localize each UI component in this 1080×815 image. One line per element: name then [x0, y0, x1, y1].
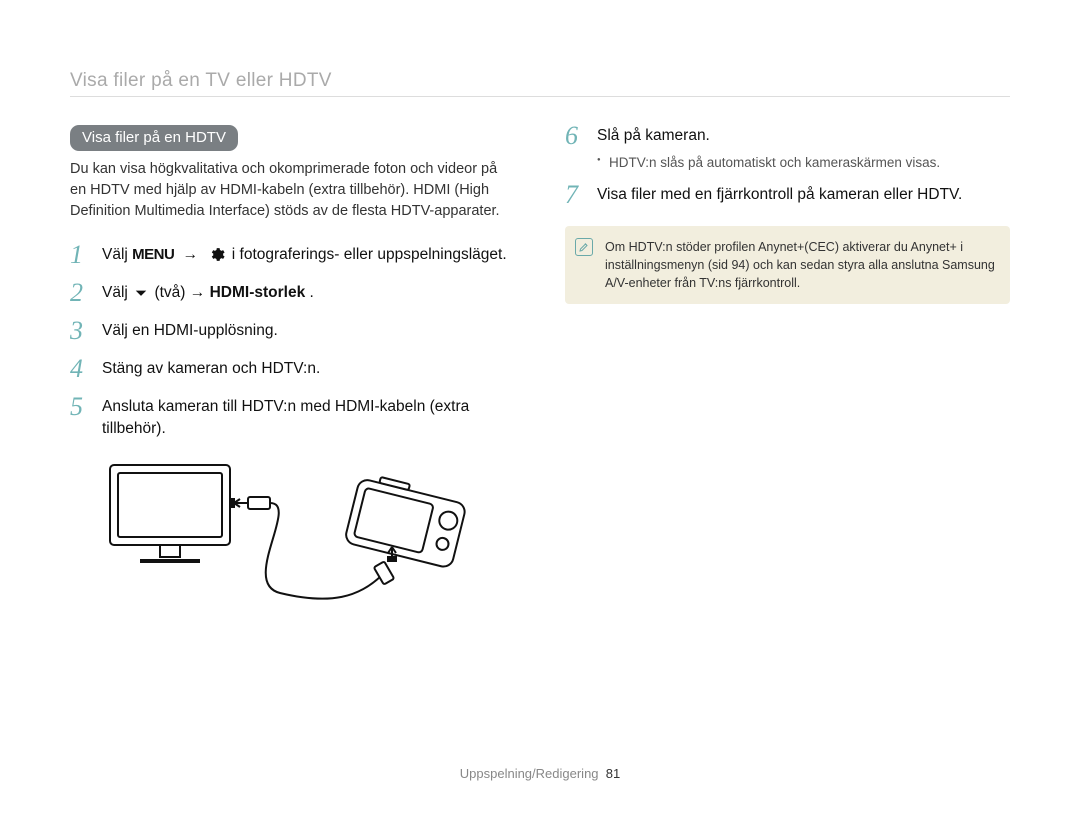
step-1: 1 Välj MENU → i fotograferings- eller up…: [70, 244, 515, 268]
steps-list-left: 1 Välj MENU → i fotograferings- eller up…: [70, 244, 515, 439]
page-footer: Uppspelning/Redigering 81: [0, 766, 1080, 781]
chevron-down-icon: [134, 286, 148, 300]
steps-list-right: 6 Slå på kameran. HDTV:n slås på automat…: [565, 125, 1010, 208]
step-6: 6 Slå på kameran.: [565, 125, 1010, 149]
step-body: Ansluta kameran till HDTV:n med HDMI-kab…: [102, 396, 515, 439]
left-column: Visa filer på en HDTV Du kan visa högkva…: [70, 125, 515, 628]
content-columns: Visa filer på en HDTV Du kan visa högkva…: [70, 125, 1010, 628]
step-6-sub: HDTV:n slås på automatiskt och kameraskä…: [597, 155, 1010, 170]
arrow-icon: →: [183, 246, 199, 263]
step-body: Stäng av kameran och HDTV:n.: [102, 358, 515, 380]
step-number: 5: [70, 394, 96, 420]
step-4: 4 Stäng av kameran och HDTV:n.: [70, 358, 515, 382]
step-5: 5 Ansluta kameran till HDTV:n med HDMI-k…: [70, 396, 515, 439]
step-text: (två) →: [154, 284, 209, 301]
step-body: Slå på kameran.: [597, 125, 1010, 147]
step-text: Välj: [102, 246, 132, 263]
step-2: 2 Välj (två) → HDMI-storlek .: [70, 282, 515, 306]
footer-label: Uppspelning/Redigering: [460, 766, 599, 781]
step-text: Välj: [102, 284, 132, 301]
step-body: Välj en HDMI-upplösning.: [102, 320, 515, 342]
step-7: 7 Visa filer med en fjärrkontroll på kam…: [565, 184, 1010, 208]
step-number: 1: [70, 242, 96, 268]
note-text: Om HDTV:n stöder profilen Anynet+(CEC) a…: [605, 240, 995, 290]
note-box: Om HDTV:n stöder profilen Anynet+(CEC) a…: [565, 226, 1010, 304]
page-number: 81: [606, 766, 620, 781]
pencil-note-icon: [575, 238, 593, 256]
step-number: 7: [565, 182, 591, 208]
step-text: .: [310, 284, 314, 301]
connection-illustration: [70, 453, 515, 628]
step-body: Visa filer med en fjärrkontroll på kamer…: [597, 184, 1010, 206]
section-badge: Visa filer på en HDTV: [70, 125, 238, 151]
step-number: 4: [70, 356, 96, 382]
step-body: Välj MENU → i fotograferings- eller upps…: [102, 244, 515, 266]
step-number: 3: [70, 318, 96, 344]
step-number: 2: [70, 280, 96, 306]
gear-icon: [208, 246, 225, 263]
step-body: Välj (två) → HDMI-storlek .: [102, 282, 515, 304]
menu-icon: MENU: [132, 246, 174, 263]
step-number: 6: [565, 123, 591, 149]
step-bold: HDMI-storlek: [210, 284, 306, 301]
page-header: Visa filer på en TV eller HDTV: [70, 70, 1010, 97]
intro-paragraph: Du kan visa högkvalitativa och okomprime…: [70, 159, 515, 222]
right-column: 6 Slå på kameran. HDTV:n slås på automat…: [565, 125, 1010, 628]
step-3: 3 Välj en HDMI-upplösning.: [70, 320, 515, 344]
step-text: i fotograferings- eller uppspelningsläge…: [232, 246, 507, 263]
